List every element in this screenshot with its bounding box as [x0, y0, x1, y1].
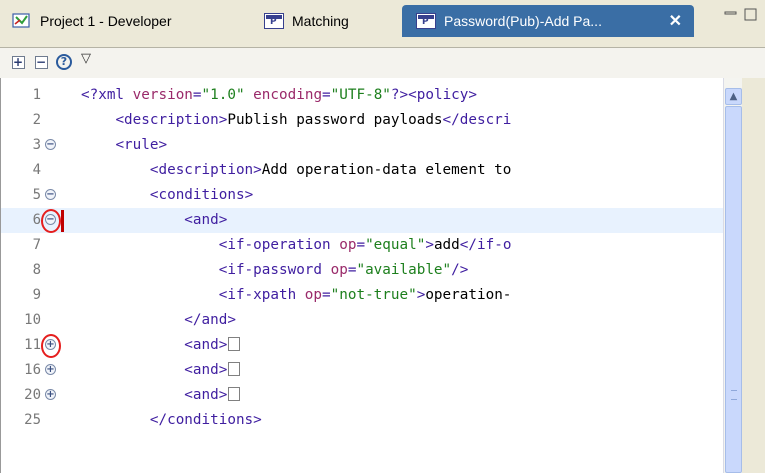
code-text: <if-xpath op="not-true">operation-: [218, 287, 512, 303]
editor-tab-bar: Project 1 - Developer Matching Password(…: [0, 0, 765, 47]
line-number: 3: [32, 137, 41, 153]
code-line[interactable]: 11 + <and>: [1, 333, 724, 358]
code-text: <if-password op="available"/>: [218, 262, 469, 278]
line-number: 16: [24, 362, 41, 378]
tab-label: Project 1 - Developer: [40, 13, 172, 29]
close-icon[interactable]: ✕: [669, 11, 682, 31]
policy-editor-icon: [416, 13, 436, 29]
code-text: </conditions>: [149, 412, 262, 428]
vertical-scrollbar[interactable]: ▲: [723, 78, 743, 473]
annotation-circle: [41, 209, 61, 233]
code-text: <and>: [81, 358, 241, 383]
scrollbar-thumb[interactable]: [725, 106, 742, 473]
tab-password-pub-add[interactable]: Password(Pub)-Add Pa... ✕: [402, 5, 694, 37]
line-number: 2: [32, 112, 41, 128]
line-number: 8: [32, 262, 41, 278]
line-number: 4: [32, 162, 41, 178]
collapse-fold-icon[interactable]: −: [45, 139, 56, 150]
line-number: 11: [24, 337, 41, 353]
tab-project-developer[interactable]: Project 1 - Developer: [4, 5, 244, 37]
policy-editor-icon: [264, 13, 284, 29]
maximize-icon[interactable]: [744, 8, 758, 26]
collapsed-region-icon[interactable]: [228, 337, 241, 351]
code-text: <if-operation op="equal">add</if-o: [218, 237, 512, 253]
line-number: 20: [24, 387, 41, 403]
expand-fold-icon[interactable]: +: [45, 364, 56, 375]
line-number: 25: [24, 412, 41, 428]
line-number: 9: [32, 287, 41, 303]
code-text: <conditions>: [149, 187, 254, 203]
code-line[interactable]: 7 <if-operation op="equal">add</if-o: [1, 233, 724, 258]
code-line[interactable]: 3− <rule>: [1, 133, 724, 158]
code-text: <description>Publish password payloads</…: [115, 112, 512, 128]
tab-label: Matching: [292, 13, 349, 29]
code-line[interactable]: 2 <description>Publish password payloads…: [1, 108, 724, 133]
scroll-up-icon[interactable]: ▲: [725, 88, 742, 105]
code-text: </and>: [184, 312, 236, 328]
line-number: 10: [24, 312, 41, 328]
line-number: 5: [32, 187, 41, 203]
code-text: <and>: [81, 383, 241, 408]
code-text: <and>: [81, 333, 241, 358]
code-line[interactable]: 5− <conditions>: [1, 183, 724, 208]
code-line[interactable]: 4 <description>Add operation-data elemen…: [1, 158, 724, 183]
code-text: <description>Add operation-data element …: [149, 162, 512, 178]
collapse-all-icon: −: [34, 54, 48, 69]
collapsed-region-icon[interactable]: [228, 362, 241, 376]
expand-all-button[interactable]: +: [10, 54, 26, 70]
minimize-icon[interactable]: [724, 8, 738, 24]
code-line[interactable]: 10 </and>: [1, 308, 724, 333]
help-button[interactable]: ?: [56, 54, 72, 70]
collapse-fold-icon[interactable]: −: [45, 189, 56, 200]
tab-matching[interactable]: Matching: [258, 5, 388, 37]
annotation-circle: [41, 334, 61, 358]
collapse-all-button[interactable]: −: [33, 54, 49, 70]
code-text: <and>: [184, 212, 228, 228]
code-text: <rule>: [115, 137, 168, 153]
window-edge: [742, 78, 765, 473]
help-icon: ?: [56, 54, 72, 70]
text-cursor: [61, 210, 64, 232]
scrollbar-grip: [731, 390, 737, 400]
expand-all-icon: +: [11, 54, 25, 69]
view-menu-icon[interactable]: ▽: [78, 50, 94, 66]
line-number: 7: [32, 237, 41, 253]
expand-fold-icon[interactable]: +: [45, 389, 56, 400]
editor-toolbar: + − ? ▽: [0, 47, 765, 79]
code-line[interactable]: 16 + <and>: [1, 358, 724, 383]
line-number: 1: [32, 87, 41, 103]
code-line[interactable]: 1 <?xml version="1.0" encoding="UTF-8"?><…: [1, 83, 724, 108]
tab-label: Password(Pub)-Add Pa...: [444, 13, 602, 29]
developer-project-icon: [12, 12, 32, 30]
code-line[interactable]: 9 <if-xpath op="not-true">operation-: [1, 283, 724, 308]
xml-source-editor[interactable]: 1 <?xml version="1.0" encoding="UTF-8"?><…: [0, 78, 724, 473]
code-line[interactable]: 8 <if-password op="available"/>: [1, 258, 724, 283]
code-line[interactable]: 6− <and>: [1, 208, 724, 233]
code-text: <?xml version="1.0" encoding="UTF-8"?><p…: [81, 87, 478, 103]
line-number: 6: [32, 212, 41, 228]
collapsed-region-icon[interactable]: [228, 387, 241, 401]
code-line[interactable]: 20 + <and>: [1, 383, 724, 408]
code-line[interactable]: 25 </conditions>: [1, 408, 724, 433]
